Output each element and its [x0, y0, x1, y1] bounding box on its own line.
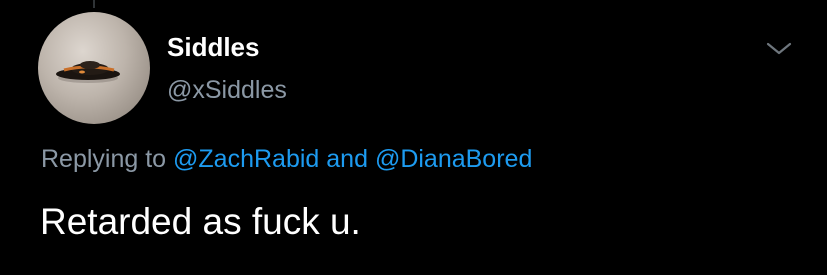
thread-connector-line [93, 0, 95, 8]
replying-to-label: Replying to [41, 145, 167, 173]
tweet-text: Retarded as fuck u. [40, 201, 361, 242]
tweet-card: Siddles @xSiddles Replying to @ZachRabid… [0, 0, 827, 275]
display-name[interactable]: Siddles [167, 30, 259, 64]
mention-link-zachrabid[interactable]: @ZachRabid [173, 145, 319, 173]
mention-conjunction[interactable]: and [326, 145, 368, 173]
ufo-avatar-icon [56, 61, 120, 83]
replying-to-line: Replying to @ZachRabid and @DianaBored [41, 142, 532, 176]
user-handle[interactable]: @xSiddles [167, 73, 287, 107]
tweet-menu-button[interactable] [763, 36, 795, 60]
chevron-down-icon [766, 42, 792, 55]
avatar[interactable] [38, 12, 150, 124]
mention-link-dianabored[interactable]: @DianaBored [375, 145, 532, 173]
